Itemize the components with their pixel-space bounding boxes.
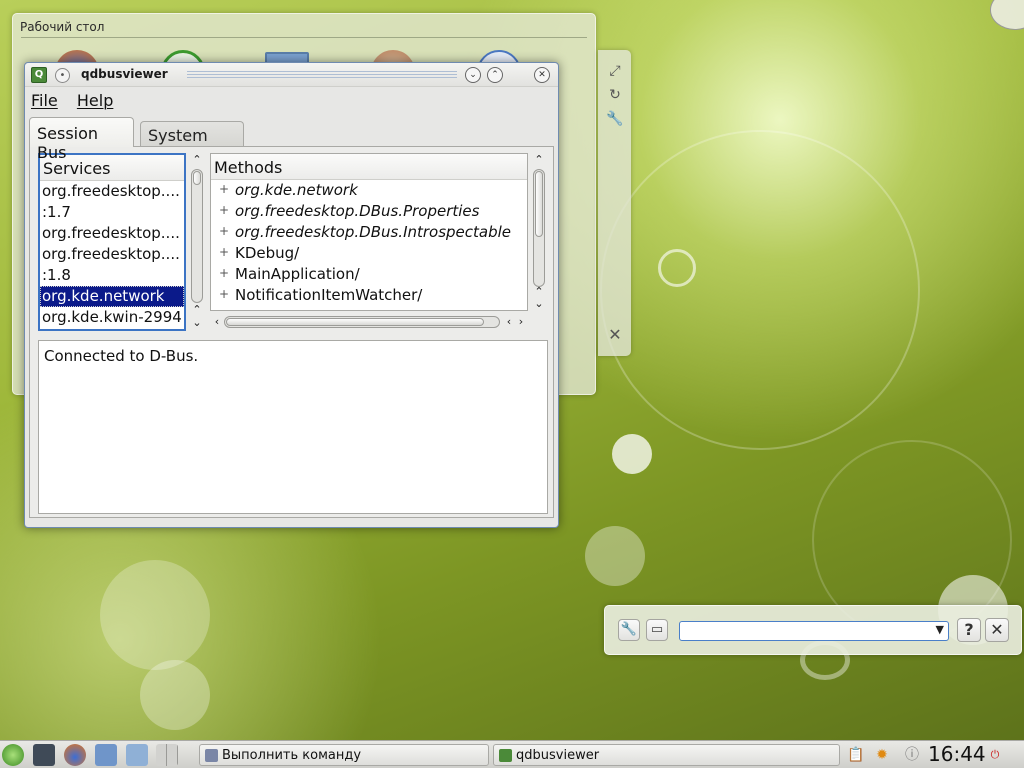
tree-item[interactable]: + org.freedesktop.DBus.Introspectable (211, 222, 527, 243)
expand-icon[interactable]: + (219, 287, 229, 301)
menu-help[interactable]: Help (77, 91, 113, 110)
scrollbar-track[interactable] (191, 169, 203, 303)
methods-hscrollbar[interactable]: ‹ ‹ › (210, 315, 528, 329)
clipboard-icon[interactable]: 📋 (845, 744, 867, 766)
bokeh-decoration (658, 249, 696, 287)
titlebar-grip (187, 71, 457, 79)
folder-view-title: Рабочий стол (20, 20, 105, 34)
run-command-widget: 🔧 ▭ ▼ ? ✕ (604, 605, 1022, 655)
application-icon[interactable] (126, 744, 148, 766)
services-list[interactable]: Services org.freedesktop.... :1.7 org.fr… (38, 153, 186, 331)
tree-item[interactable]: + MainApplication/ (211, 264, 527, 285)
app-icon (499, 749, 512, 762)
qdbusviewer-window: Q • qdbusviewer ⌄ ⌃ ✕ File Help Session … (24, 62, 559, 528)
kickoff-menu-icon[interactable] (2, 744, 24, 766)
list-item[interactable]: org.freedesktop.... (40, 244, 184, 265)
folder-view-divider (21, 37, 587, 38)
wrench-icon[interactable]: 🔧 (618, 619, 640, 641)
task-label: Выполнить команду (222, 748, 362, 763)
expand-icon[interactable]: + (219, 224, 229, 238)
scroll-down-icon[interactable]: ⌄ (190, 316, 204, 330)
list-item-selected[interactable]: org.kde.network (40, 286, 184, 307)
list-item[interactable]: org.kde.kwin-2994 (40, 307, 184, 328)
bokeh-decoration (585, 526, 645, 586)
clock[interactable]: 16:44 (928, 742, 986, 766)
command-input[interactable]: ▼ (679, 621, 949, 641)
window-title: qdbusviewer (81, 67, 168, 81)
scrollbar-thumb[interactable] (226, 318, 484, 326)
tree-item-label: MainApplication/ (235, 265, 360, 283)
task-qdbusviewer[interactable]: qdbusviewer (493, 744, 840, 766)
tab-panel: Services org.freedesktop.... :1.7 org.fr… (29, 146, 554, 518)
scroll-up-icon[interactable]: ⌃ (190, 303, 204, 317)
window-menu-icon[interactable]: • (55, 68, 70, 83)
expand-icon[interactable]: + (219, 182, 229, 196)
close-button[interactable]: ✕ (534, 67, 550, 83)
tree-item-label: org.freedesktop.DBus.Introspectable (235, 223, 512, 241)
scroll-right-icon[interactable]: › (514, 315, 528, 329)
menu-file[interactable]: File (31, 91, 58, 110)
tab-session-bus[interactable]: Session Bus (29, 117, 134, 162)
tree-item-label: org.kde.network (235, 181, 358, 199)
bokeh-decoration (612, 434, 652, 474)
expand-icon[interactable]: + (219, 245, 229, 259)
scroll-up-icon[interactable]: ⌃ (190, 153, 204, 167)
chevron-down-icon[interactable]: ▼ (936, 623, 944, 636)
list-item[interactable]: org.freedesktop.... (40, 223, 184, 244)
bokeh-decoration (140, 660, 210, 730)
minimize-button[interactable]: ⌄ (465, 67, 481, 83)
list-item[interactable]: org.freedesktop.... (40, 181, 184, 202)
tree-item-label: org.freedesktop.DBus.Properties (235, 202, 480, 220)
scrollbar-thumb[interactable] (193, 171, 201, 185)
list-item[interactable]: :1.7 (40, 202, 184, 223)
activity-icon[interactable]: ▭ (646, 619, 668, 641)
maximize-button[interactable]: ⌃ (487, 67, 503, 83)
close-button[interactable]: ✕ (985, 618, 1009, 642)
notification-icon[interactable]: ⏻ (988, 744, 1002, 766)
task-label: qdbusviewer (516, 748, 600, 763)
tab-system-bus[interactable]: System Bus (140, 121, 244, 164)
file-manager-icon[interactable] (95, 744, 117, 766)
expand-icon[interactable]: + (219, 203, 229, 217)
show-desktop-icon[interactable] (33, 744, 55, 766)
output-log[interactable]: Connected to D-Bus. (38, 340, 548, 514)
resize-icon[interactable]: ⤢ (606, 62, 624, 80)
close-icon[interactable]: ✕ (606, 326, 624, 344)
firefox-icon[interactable] (64, 744, 86, 766)
scroll-up-icon[interactable]: ⌃ (532, 153, 546, 167)
scrollbar-thumb[interactable] (535, 171, 543, 237)
scroll-down-icon[interactable]: ⌄ (532, 297, 546, 311)
expand-icon[interactable]: + (219, 266, 229, 280)
tree-item[interactable]: + KDebug/ (211, 243, 527, 264)
methods-header[interactable]: Methods (211, 154, 527, 180)
scrollbar-track[interactable] (224, 316, 500, 328)
gear-icon (205, 749, 218, 762)
tree-item-label: NotificationItemWatcher/ (235, 286, 423, 304)
bokeh-decoration (990, 0, 1024, 30)
services-scrollbar[interactable]: ⌃ ⌃ ⌄ (190, 153, 204, 331)
methods-tree[interactable]: Methods + org.kde.network + org.freedesk… (210, 153, 528, 311)
rotate-icon[interactable]: ↻ (606, 86, 624, 104)
scroll-left-icon[interactable]: ‹ (210, 315, 224, 329)
taskbar: Выполнить команду qdbusviewer 📋 ✹ ⓘ 16:4… (0, 740, 1024, 768)
app-icon[interactable]: Q (31, 67, 47, 83)
info-icon[interactable]: ⓘ (901, 744, 923, 766)
menubar: File Help (31, 91, 127, 113)
wrench-icon[interactable]: 🔧 (606, 110, 624, 128)
window-titlebar[interactable]: Q • qdbusviewer ⌄ ⌃ ✕ (25, 63, 558, 87)
scrollbar-track[interactable] (533, 169, 545, 287)
tree-item[interactable]: + org.freedesktop.DBus.Properties (211, 201, 527, 222)
help-button[interactable]: ? (957, 618, 981, 642)
tree-item[interactable]: + org.kde.network (211, 180, 527, 201)
update-icon[interactable]: ✹ (871, 744, 893, 766)
list-item[interactable]: :1.8 (40, 265, 184, 286)
bokeh-decoration (600, 130, 920, 450)
pager-icon[interactable] (156, 744, 178, 766)
bokeh-decoration (100, 560, 210, 670)
task-run-command[interactable]: Выполнить команду (199, 744, 489, 766)
folder-view-handle[interactable]: ⤢ ↻ 🔧 ✕ (598, 50, 631, 356)
methods-scrollbar[interactable]: ⌃ ⌃ ⌄ (532, 153, 546, 311)
tree-item[interactable]: + NotificationItemWatcher/ (211, 285, 527, 306)
tree-item-label: KDebug/ (235, 244, 300, 262)
